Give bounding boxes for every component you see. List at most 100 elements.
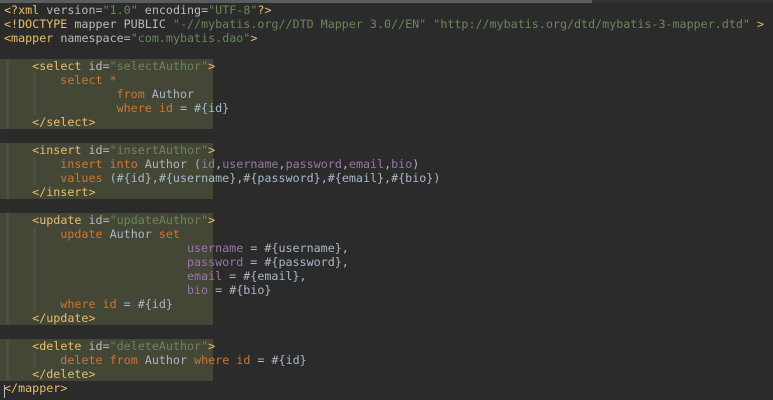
code-token: (#{ (102, 171, 131, 185)
code-text: </delete> (4, 367, 95, 381)
code-token: into (109, 157, 138, 171)
code-line[interactable]: username = #{username}, (0, 241, 773, 255)
code-token: mapper PUBLIC (74, 17, 173, 31)
code-token: from (116, 87, 145, 101)
code-token: ( (187, 157, 202, 171)
code-token: id (285, 353, 300, 367)
code-token: update (60, 227, 103, 241)
code-token: xml (18, 3, 40, 17)
code-token: = (95, 3, 103, 17)
code-line[interactable]: insert into Author (id,username,password… (0, 157, 773, 171)
code-line[interactable]: values (#{id},#{username},#{password},#{… (0, 171, 773, 185)
code-token: username (222, 157, 279, 171)
code-token: where (194, 353, 230, 367)
code-token: <! (4, 17, 19, 31)
code-token: > (208, 143, 216, 157)
code-token: update (46, 311, 89, 325)
code-line[interactable]: delete from Author where id = #{id} (0, 353, 773, 367)
code-token: } (264, 283, 272, 297)
code-token: password (285, 157, 342, 171)
code-line[interactable]: <mapper namespace="com.mybatis.dao"> (0, 31, 773, 45)
code-line[interactable]: <insert id="insertAuthor"> (0, 143, 773, 157)
code-line[interactable]: <select id="selectAuthor"> (0, 59, 773, 73)
code-line[interactable]: </update> (0, 311, 773, 325)
code-token: </ (32, 367, 47, 381)
code-token: Author (109, 227, 152, 241)
code-line[interactable]: <?xml version="1.0" encoding="UTF-8"?> (0, 3, 773, 17)
code-line[interactable]: <!DOCTYPE mapper PUBLIC "-//mybatis.org/… (0, 17, 773, 31)
code-token: "http://mybatis.org/dtd/mybatis-3-mapper… (433, 17, 750, 31)
code-line[interactable]: </delete> (0, 367, 773, 381)
code-text: <insert id="insertAuthor"> (4, 143, 215, 157)
code-token: },#{ (229, 171, 258, 185)
code-line[interactable] (0, 129, 773, 143)
code-token: id (236, 353, 251, 367)
code-token: = (102, 59, 110, 73)
code-line[interactable]: select * (0, 73, 773, 87)
code-line[interactable] (0, 325, 773, 339)
code-text: select * (4, 73, 116, 87)
code-token: id (201, 157, 216, 171)
code-line[interactable]: from Author (0, 87, 773, 101)
code-token: }, (334, 255, 349, 269)
code-token: },#{ (377, 171, 406, 185)
code-line[interactable]: where id = #{id} (0, 297, 773, 311)
code-text: bio = #{bio} (4, 283, 271, 297)
code-token: } (299, 353, 307, 367)
code-token: bio (405, 171, 427, 185)
code-token: id (151, 297, 166, 311)
code-token: "UTF-8" (208, 3, 258, 17)
code-token: password (186, 255, 244, 269)
code-token: } (222, 101, 230, 115)
code-token: username (186, 241, 244, 255)
code-line[interactable] (0, 45, 773, 59)
code-token: }, (334, 241, 349, 255)
code-line[interactable]: </select> (0, 115, 773, 129)
code-line[interactable] (0, 199, 773, 213)
code-text: <mapper namespace="com.mybatis.dao"> (4, 31, 257, 45)
code-line[interactable]: </insert> (0, 185, 773, 199)
code-area[interactable]: <?xml version="1.0" encoding="UTF-8"?> <!… (0, 3, 773, 395)
code-editor[interactable]: <?xml version="1.0" encoding="UTF-8"?> <!… (0, 0, 773, 400)
code-token: = (102, 213, 110, 227)
code-line[interactable]: email = #{email}, (0, 269, 773, 283)
code-line[interactable]: update Author set (0, 227, 773, 241)
code-line[interactable]: password = #{password}, (0, 255, 773, 269)
code-token: > (756, 17, 765, 31)
code-line[interactable]: <update id="updateAuthor"> (0, 213, 773, 227)
code-line[interactable]: <delete id="deleteAuthor"> (0, 339, 773, 353)
code-text: delete from Author where id = #{id} (4, 353, 307, 367)
code-token: > (208, 213, 216, 227)
code-text: values (#{id},#{username},#{password},#{… (4, 171, 440, 185)
code-token: email (341, 171, 378, 185)
code-line[interactable]: where id = #{id} (0, 101, 773, 115)
code-token: > (208, 59, 216, 73)
code-line[interactable]: </mapper> (0, 381, 773, 395)
code-text: <select id="selectAuthor"> (4, 59, 215, 73)
code-text: </select> (4, 115, 95, 129)
code-token: insert (60, 157, 103, 171)
text-caret (4, 385, 5, 398)
code-token: delete (60, 353, 103, 367)
code-token: <? (4, 3, 19, 17)
code-line[interactable]: bio = #{bio} (0, 283, 773, 297)
code-text: insert into Author (id,username,password… (4, 157, 419, 171)
code-token: username (278, 241, 335, 255)
code-token: ) (412, 157, 420, 171)
